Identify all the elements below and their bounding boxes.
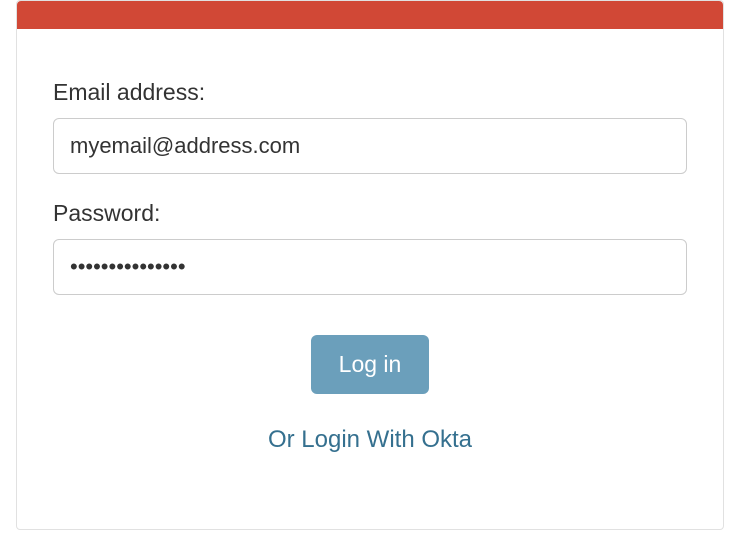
email-field[interactable] xyxy=(53,118,687,174)
password-field[interactable] xyxy=(53,239,687,295)
login-panel: Email address: Password: Log in Or Login… xyxy=(16,0,724,530)
form-actions: Log in xyxy=(53,335,687,394)
panel-header-bar xyxy=(17,1,723,29)
login-form: Email address: Password: Log in Or Login… xyxy=(17,29,723,484)
alt-login: Or Login With Okta xyxy=(53,426,687,454)
password-group: Password: xyxy=(53,200,687,295)
password-label: Password: xyxy=(53,200,687,227)
login-button[interactable]: Log in xyxy=(311,335,430,394)
email-label: Email address: xyxy=(53,79,687,106)
email-group: Email address: xyxy=(53,79,687,174)
okta-login-link[interactable]: Or Login With Okta xyxy=(268,426,472,453)
